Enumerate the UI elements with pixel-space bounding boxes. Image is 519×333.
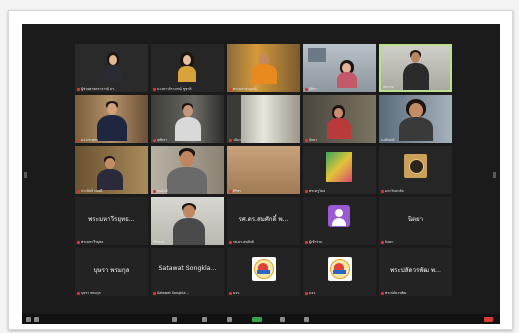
participant-name: นางสาวจิราภรณ์ ชูชาติ xyxy=(153,87,222,91)
security-icon[interactable] xyxy=(172,317,177,322)
participant-name: มจร. xyxy=(305,291,374,295)
participant-tile[interactable]: พระมหาวีรยุทธ... พระมหาวีรยุทธ xyxy=(75,197,148,245)
participant-tile[interactable]: นางสาวจิราภรณ์ ชูชาติ xyxy=(151,44,224,92)
record-icon[interactable] xyxy=(280,317,285,322)
participant-name: สมชาย xyxy=(383,85,394,89)
participant-name: บุษรา พรมกุล xyxy=(77,291,146,295)
participant-tile[interactable]: พระครูวิมล xyxy=(303,146,376,194)
participant-tile[interactable]: พระปลัดวรพัฒ พ... พระปลัดวรพัฒ xyxy=(379,248,452,296)
participant-name: ประสิทธิ์ ทองดี xyxy=(77,189,146,193)
participant-tile[interactable]: มจร. xyxy=(303,248,376,296)
participant-name: ฐิติมา xyxy=(305,87,374,91)
participant-display-name: Satawat Songkla... xyxy=(158,265,217,272)
participant-tile[interactable]: บุษรา พรมกุล บุษรา พรมกุล xyxy=(75,248,148,296)
participant-display-name: บุษรา พรมกุล xyxy=(93,267,130,274)
mute-icon[interactable] xyxy=(26,317,31,322)
chat-icon[interactable] xyxy=(227,317,232,322)
participant-tile[interactable]: นิตยา นิตยา xyxy=(379,197,452,245)
participant-tile[interactable]: ศิริพร xyxy=(227,146,300,194)
participant-name: มจร. xyxy=(229,291,298,295)
participant-tile[interactable]: ดร.ประยุทธ xyxy=(75,95,148,143)
participant-name: วนิดา xyxy=(229,138,298,142)
university-emblem-icon xyxy=(252,257,276,281)
participant-name: ผู้ช่วยศาสตราจารย์ ดร. xyxy=(77,87,146,91)
participant-tile[interactable]: สมศักดิ์ xyxy=(151,146,224,194)
university-emblem-icon xyxy=(328,257,352,281)
participant-name: iPhone xyxy=(153,240,165,244)
participant-tile[interactable]: ผู้ช่วยศาสตราจารย์ ดร. xyxy=(75,44,148,92)
default-avatar-icon xyxy=(328,205,350,227)
participants-icon[interactable] xyxy=(202,317,207,322)
participant-name: ศิริพร xyxy=(229,189,298,193)
participant-tile[interactable]: ผู้เข้าร่วม xyxy=(303,197,376,245)
participant-tile[interactable]: มหาวิทยาลัย xyxy=(379,146,452,194)
participant-tile[interactable]: รศ.ดร.สมศักดิ์ พ... รศ.ดร.สมศักดิ์ xyxy=(227,197,300,245)
participant-name: ผู้เข้าร่วม xyxy=(305,240,374,244)
participant-name: Satawat Songkla... xyxy=(153,291,222,295)
participant-display-name: พระมหาวีรยุทธ... xyxy=(88,216,135,223)
participant-tile[interactable]: สุพัตรา xyxy=(151,95,224,143)
participant-tile[interactable]: กัลยา xyxy=(303,95,376,143)
meeting-toolbar xyxy=(22,314,500,324)
participant-name: นิตยา xyxy=(381,240,450,244)
meeting-window: ผู้ช่วยศาสตราจารย์ ดร. นางสาวจิราภรณ์ ชู… xyxy=(22,24,500,324)
participant-tile[interactable]: Satawat Songkla... Satawat Songkla... xyxy=(151,248,224,296)
participant-tile[interactable]: ประสิทธิ์ ทองดี xyxy=(75,146,148,194)
participant-name: กัลยา xyxy=(305,138,374,142)
participant-tile[interactable]: มจร. xyxy=(227,248,300,296)
reactions-icon[interactable] xyxy=(304,317,309,322)
end-meeting-button[interactable] xyxy=(484,317,493,322)
left-nav-handle[interactable] xyxy=(24,172,27,178)
participant-tile-speaking[interactable]: สมชาย xyxy=(379,44,452,92)
video-icon[interactable] xyxy=(34,317,39,322)
participant-name: สมศักดิ์ xyxy=(153,189,222,193)
participant-tile[interactable]: วนิดา xyxy=(227,95,300,143)
participant-name: พระครูวิมล xyxy=(305,189,374,193)
participant-name: รศ.ดร.สมศักดิ์ xyxy=(229,240,298,244)
participant-display-name: นิตยา xyxy=(407,216,424,223)
participant-display-name: พระปลัดวรพัฒ พ... xyxy=(390,267,441,274)
participant-name: พระมหาวีรยุทธ xyxy=(77,240,146,244)
participant-name: นงลักษณ์ xyxy=(381,138,395,142)
participant-name: สุพัตรา xyxy=(153,138,222,142)
participant-name: ดร.ประยุทธ xyxy=(77,138,146,142)
participant-tile[interactable]: พระมหาสมบูรณ์ xyxy=(227,44,300,92)
participant-tile[interactable]: นงลักษณ์ xyxy=(379,95,452,143)
participant-name: มหาวิทยาลัย xyxy=(381,189,450,193)
participant-tile[interactable]: iPhone xyxy=(151,197,224,245)
participant-tile[interactable]: ฐิติมา xyxy=(303,44,376,92)
participant-name: พระมหาสมบูรณ์ xyxy=(229,87,298,91)
participant-display-name: รศ.ดร.สมศักดิ์ พ... xyxy=(238,216,289,223)
right-nav-handle[interactable] xyxy=(493,172,496,178)
share-screen-icon[interactable] xyxy=(252,317,262,322)
participant-name: พระปลัดวรพัฒ xyxy=(381,291,450,295)
